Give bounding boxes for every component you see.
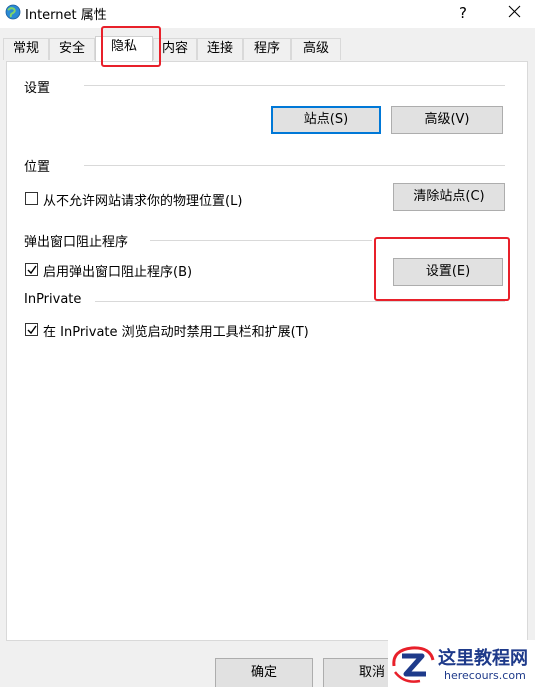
tab-advanced[interactable]: 高级 <box>291 38 341 60</box>
close-icon <box>508 5 521 18</box>
window-title: Internet 属性 <box>25 8 107 23</box>
enable-popup-blocker-checkbox[interactable] <box>25 263 38 276</box>
never-allow-location-checkbox[interactable] <box>25 192 38 205</box>
popup-blocker-heading: 弹出窗口阻止程序 <box>24 235 129 250</box>
inprivate-heading: InPrivate <box>24 292 82 307</box>
location-heading: 位置 <box>24 160 51 175</box>
settings-heading: 设置 <box>24 81 51 96</box>
disable-toolbars-checkbox[interactable] <box>25 323 38 336</box>
tab-content[interactable]: 内容 <box>153 38 197 60</box>
clear-sites-button[interactable]: 清除站点(C) <box>393 183 505 211</box>
inprivate-divider <box>95 301 505 302</box>
watermark-text: 这里教程网 <box>438 648 528 669</box>
watermark-logo-icon <box>392 646 435 683</box>
popup-settings-button[interactable]: 设置(E) <box>393 258 503 286</box>
title-bar: Internet 属性 ? <box>0 0 535 28</box>
internet-options-icon <box>5 4 21 20</box>
watermark: 这里教程网 herecours.com <box>388 640 535 687</box>
advanced-button[interactable]: 高级(V) <box>391 106 503 134</box>
tab-privacy[interactable]: 隐私 <box>95 36 153 61</box>
sites-button[interactable]: 站点(S) <box>271 106 381 134</box>
enable-popup-blocker-label: 启用弹出窗口阻止程序(B) <box>43 265 193 280</box>
settings-divider <box>84 85 505 86</box>
privacy-panel: 设置 站点(S) 高级(V) 位置 从不允许网站请求你的物理位置(L) 清除站点… <box>6 61 528 641</box>
checkmark-icon <box>27 325 37 335</box>
location-divider <box>84 165 505 166</box>
popup-blocker-divider <box>150 240 372 241</box>
disable-toolbars-label: 在 InPrivate 浏览启动时禁用工具栏和扩展(T) <box>43 325 309 340</box>
never-allow-location-label: 从不允许网站请求你的物理位置(L) <box>43 194 243 209</box>
tab-programs[interactable]: 程序 <box>243 38 291 60</box>
ok-button[interactable]: 确定 <box>215 658 313 687</box>
checkmark-icon <box>27 265 37 275</box>
watermark-url: herecours.com <box>444 669 526 682</box>
tab-connections[interactable]: 连接 <box>197 38 243 60</box>
tab-general[interactable]: 常规 <box>3 38 49 60</box>
close-button[interactable] <box>500 0 530 26</box>
tab-security[interactable]: 安全 <box>49 38 95 60</box>
help-button[interactable]: ? <box>452 2 474 24</box>
